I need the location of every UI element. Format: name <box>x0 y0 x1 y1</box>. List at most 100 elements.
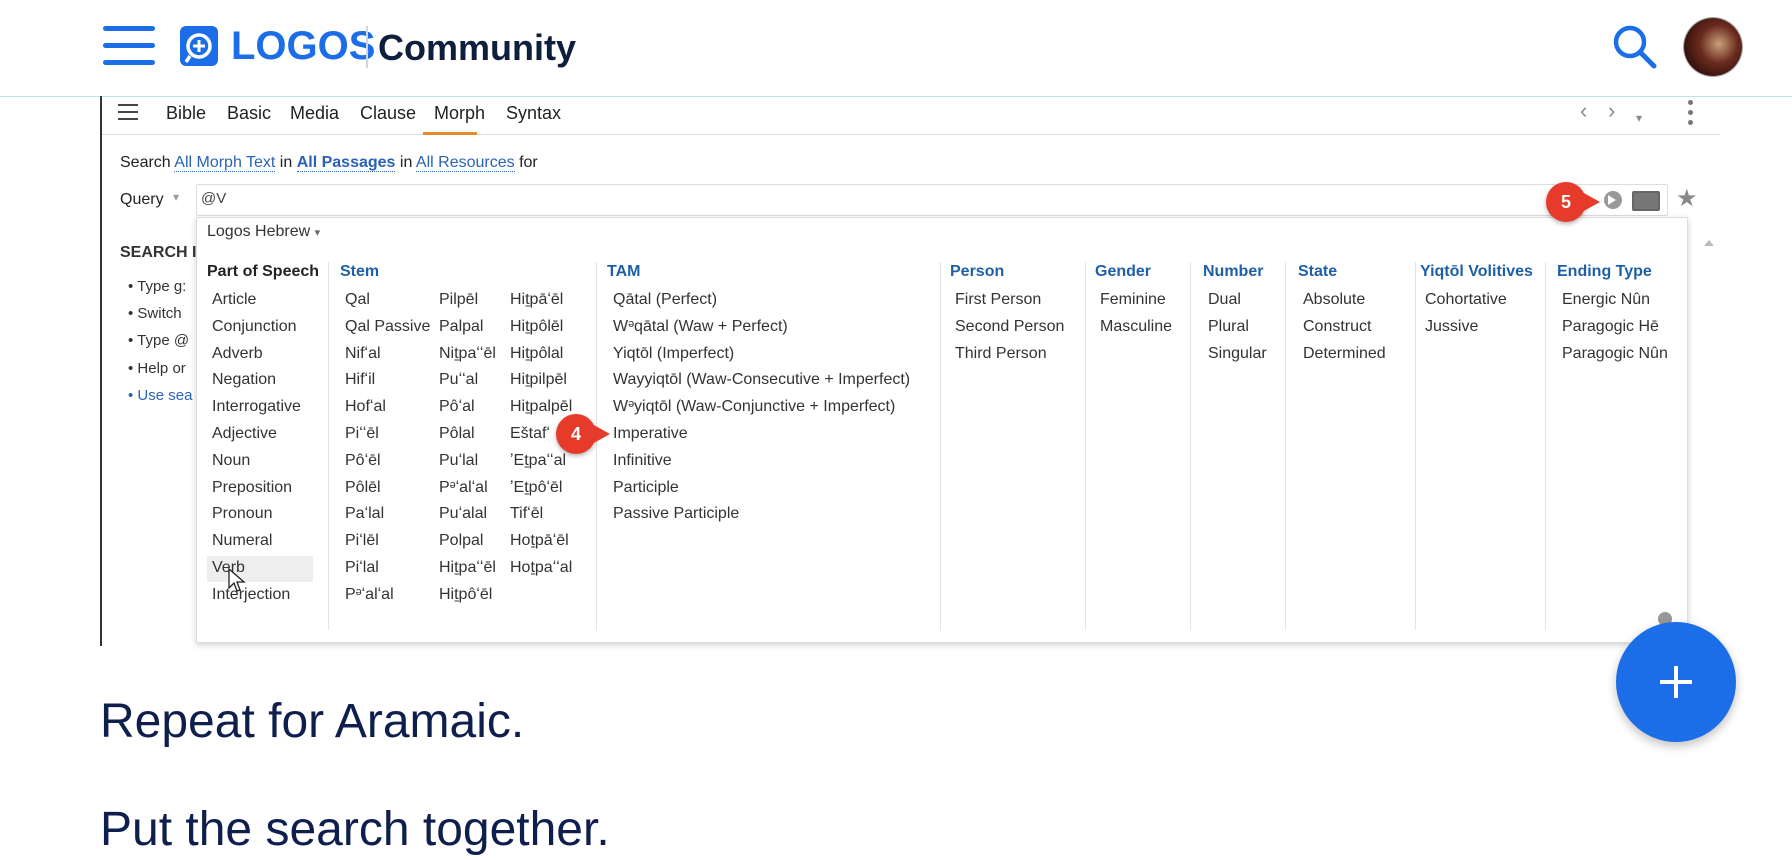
stem-item[interactable]: Hiṯpāʻēl <box>510 290 563 310</box>
tab-morph[interactable]: Morph <box>434 102 485 124</box>
scroll-up-icon[interactable] <box>1704 240 1714 246</box>
stem-item[interactable]: Nifʻal <box>345 344 381 364</box>
tam-item[interactable]: Wᵊqātal (Waw + Perfect) <box>613 317 788 337</box>
stem-item[interactable]: Hiṯpôlēl <box>510 317 563 337</box>
stem-item[interactable]: Hoṯpāʻēl <box>510 531 569 551</box>
yiqtol-volitive-item[interactable]: Jussive <box>1425 317 1478 337</box>
column-heading[interactable]: Yiqtōl Volitives <box>1420 262 1533 282</box>
part-of-speech-item[interactable]: Interjection <box>212 585 290 605</box>
ending-type-item[interactable]: Energic Nûn <box>1562 290 1650 310</box>
query-type-label[interactable]: Query <box>120 189 164 211</box>
gender-item[interactable]: Masculine <box>1100 317 1172 337</box>
go-arrow-icon[interactable] <box>1604 191 1622 209</box>
stem-item[interactable]: Palpal <box>439 317 483 337</box>
stem-item[interactable]: Puʻalal <box>439 504 487 524</box>
stem-item[interactable]: Piʻlal <box>345 558 379 578</box>
stem-item[interactable]: ʼEṯpôʻēl <box>510 478 562 498</box>
part-of-speech-item[interactable]: Noun <box>212 451 250 471</box>
part-of-speech-item[interactable]: Numeral <box>212 531 272 551</box>
panel-menu-icon[interactable] <box>118 104 138 122</box>
stem-item[interactable]: Tifʻēl <box>510 504 543 524</box>
stem-item[interactable]: Hiṯpalpēl <box>510 397 572 417</box>
stem-item[interactable]: Qal <box>345 290 370 310</box>
stem-item[interactable]: Niṯpaʻʻēl <box>439 344 496 364</box>
person-item[interactable]: First Person <box>955 290 1041 310</box>
ending-type-item[interactable]: Paragogic Nûn <box>1562 344 1668 364</box>
gender-item[interactable]: Feminine <box>1100 290 1166 310</box>
number-item[interactable]: Singular <box>1208 344 1267 364</box>
star-icon[interactable]: ★ <box>1676 185 1698 213</box>
column-heading[interactable]: Stem <box>340 262 379 282</box>
yiqtol-volitive-item[interactable]: Cohortative <box>1425 290 1507 310</box>
stem-item[interactable]: Hifʻil <box>345 370 375 390</box>
stem-item[interactable]: Puʻlal <box>439 451 478 471</box>
community-title[interactable]: Community <box>378 24 576 72</box>
chevron-down-icon[interactable]: ▾ <box>1636 106 1642 130</box>
add-button[interactable] <box>1616 622 1736 742</box>
tam-item[interactable]: Yiqtōl (Imperfect) <box>613 344 734 364</box>
stem-item[interactable]: Polpal <box>439 531 483 551</box>
column-heading[interactable]: State <box>1298 262 1337 282</box>
stem-item[interactable]: Hiṯpôʻēl <box>439 585 492 605</box>
state-item[interactable]: Determined <box>1303 344 1386 364</box>
number-item[interactable]: Plural <box>1208 317 1249 337</box>
passages-link[interactable]: All Passages <box>296 154 396 172</box>
field-link[interactable]: All Morph Text <box>174 154 276 172</box>
part-of-speech-item[interactable]: Adjective <box>212 424 277 444</box>
stem-item[interactable]: Eštafʻ <box>510 424 550 444</box>
more-options-icon[interactable] <box>1688 100 1694 126</box>
stem-item[interactable]: Qal Passive <box>345 317 430 337</box>
stem-item[interactable]: Hiṯpilpēl <box>510 370 567 390</box>
stem-item[interactable]: Hiṯpôlal <box>510 344 563 364</box>
stem-item[interactable]: Pôʻēl <box>345 451 381 471</box>
stem-item[interactable]: Puʻʻal <box>439 370 478 390</box>
tab-syntax[interactable]: Syntax <box>506 102 561 124</box>
column-heading[interactable]: Number <box>1203 262 1263 282</box>
stem-item[interactable]: Hofʻal <box>345 397 386 417</box>
tab-basic[interactable]: Basic <box>227 102 271 124</box>
part-of-speech-item[interactable]: Interrogative <box>212 397 301 417</box>
person-item[interactable]: Third Person <box>955 344 1047 364</box>
part-of-speech-item[interactable]: Conjunction <box>212 317 297 337</box>
keyboard-icon[interactable] <box>1632 191 1660 211</box>
state-item[interactable]: Absolute <box>1303 290 1365 310</box>
stem-item[interactable]: Pᵊʻalʻal <box>439 478 488 498</box>
help-bullet-link[interactable]: • Use sea <box>128 387 192 405</box>
stem-item[interactable]: Pᵊʻalʻal <box>345 585 394 605</box>
tam-item[interactable]: Infinitive <box>613 451 672 471</box>
state-item[interactable]: Construct <box>1303 317 1371 337</box>
stem-item[interactable]: Piʻʻēl <box>345 424 379 444</box>
query-input[interactable] <box>196 184 1668 216</box>
chevron-down-icon[interactable]: ▾ <box>173 190 179 204</box>
tab-media[interactable]: Media <box>290 102 339 124</box>
stem-item[interactable]: Piʻlēl <box>345 531 379 551</box>
column-heading[interactable]: Ending Type <box>1557 262 1652 282</box>
tam-item[interactable]: Imperative <box>613 424 688 444</box>
avatar[interactable] <box>1684 18 1742 76</box>
search-icon[interactable] <box>1610 22 1658 70</box>
stem-item[interactable]: ʼEṯpaʻʻal <box>510 451 566 471</box>
logo-text[interactable]: LOGOS <box>231 22 375 70</box>
part-of-speech-item[interactable]: Negation <box>212 370 276 390</box>
part-of-speech-item[interactable]: Adverb <box>212 344 263 364</box>
part-of-speech-item[interactable]: Article <box>212 290 256 310</box>
column-heading[interactable]: Person <box>950 262 1004 282</box>
stem-item[interactable]: Paʻlal <box>345 504 384 524</box>
ending-type-item[interactable]: Paragogic Hē <box>1562 317 1659 337</box>
resources-link[interactable]: All Resources <box>415 154 515 172</box>
number-item[interactable]: Dual <box>1208 290 1241 310</box>
chevron-right-icon[interactable]: › <box>1608 99 1615 123</box>
menu-icon[interactable] <box>103 26 155 66</box>
stem-item[interactable]: Pôlēl <box>345 478 381 498</box>
person-item[interactable]: Second Person <box>955 317 1064 337</box>
tam-item[interactable]: Passive Participle <box>613 504 739 524</box>
tam-item[interactable]: Wᵊyiqtōl (Waw-Conjunctive + Imperfect) <box>613 397 895 417</box>
stem-item[interactable]: Hoṯpaʻʻal <box>510 558 572 578</box>
stem-item[interactable]: Pôʻal <box>439 397 475 417</box>
tam-item[interactable]: Qātal (Perfect) <box>613 290 717 310</box>
stem-item[interactable]: Hiṯpaʻʻēl <box>439 558 496 578</box>
tab-clause[interactable]: Clause <box>360 102 416 124</box>
stem-item[interactable]: Pôlal <box>439 424 475 444</box>
part-of-speech-item[interactable]: Preposition <box>212 478 292 498</box>
tam-item[interactable]: Wayyiqtōl (Waw-Consecutive + Imperfect) <box>613 370 910 390</box>
